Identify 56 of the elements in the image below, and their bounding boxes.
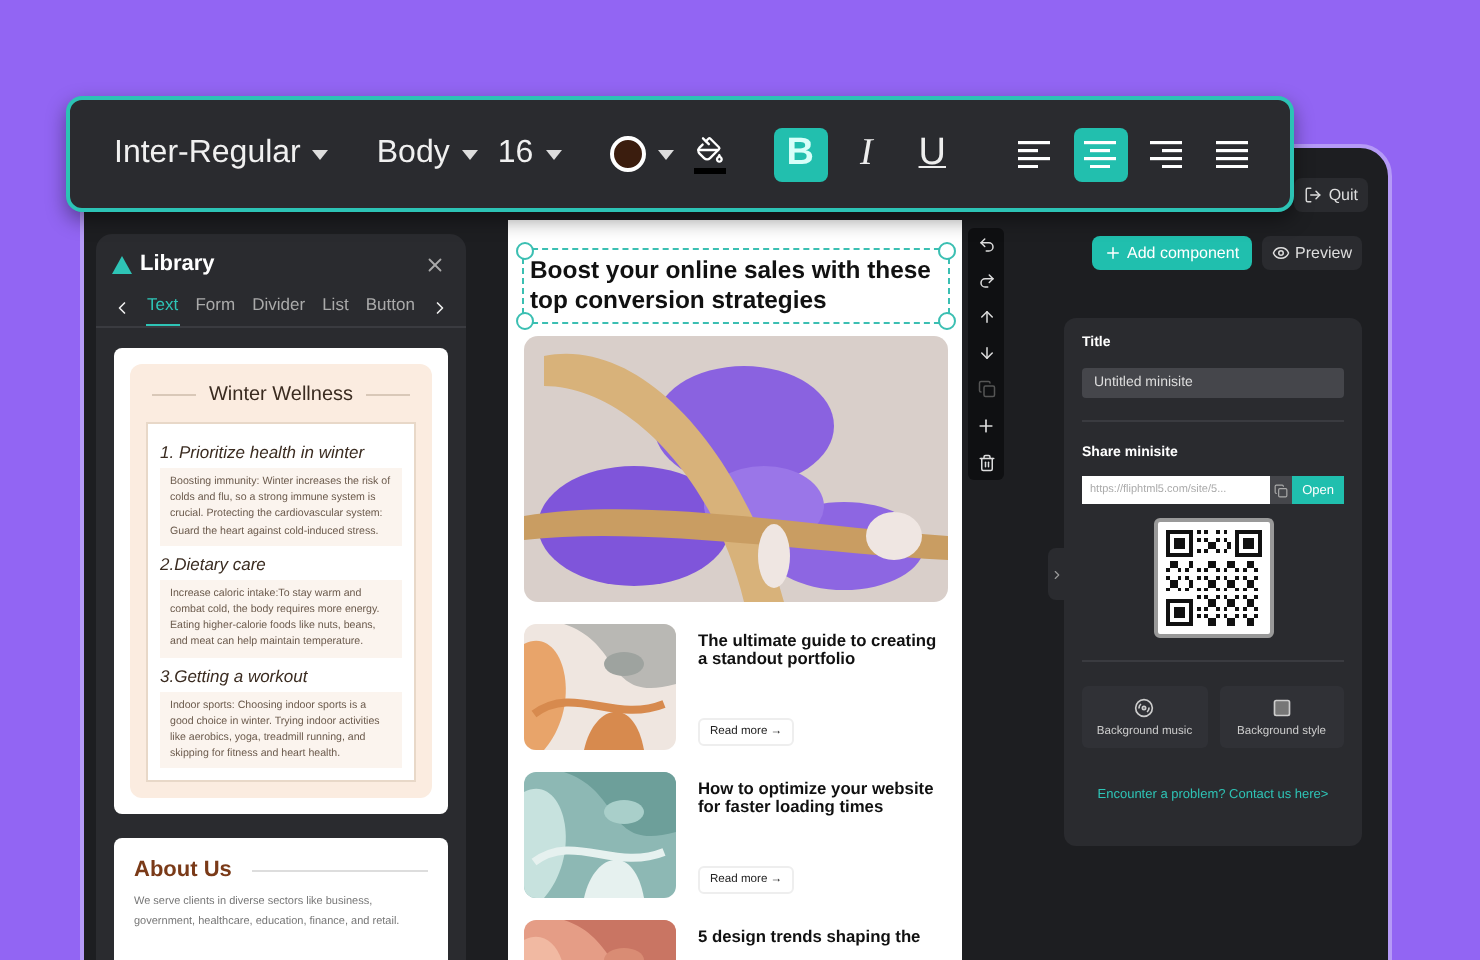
plus-icon[interactable] xyxy=(976,416,996,436)
copy-icon[interactable] xyxy=(977,380,995,398)
library-tab[interactable]: Button xyxy=(363,288,417,326)
font-dropdown[interactable]: Inter-Regular xyxy=(114,136,329,172)
arrow-down-icon[interactable] xyxy=(977,344,995,362)
undo-icon[interactable] xyxy=(977,236,995,254)
section-heading: 2.Dietary care xyxy=(160,553,268,574)
caret-icon xyxy=(461,149,478,159)
eye-icon xyxy=(1271,244,1290,262)
article-title: The ultimate guide to creating a standout portfolio xyxy=(698,631,939,670)
copy-icon[interactable] xyxy=(1270,476,1293,504)
align-left-icon xyxy=(1018,140,1051,168)
resize-handle[interactable] xyxy=(516,242,534,260)
style-dropdown[interactable]: Body xyxy=(376,136,478,172)
plus-icon xyxy=(1103,244,1121,262)
preview-button[interactable]: Preview xyxy=(1261,236,1362,270)
trash-icon[interactable] xyxy=(977,454,995,472)
quit-button[interactable]: Quit xyxy=(1294,178,1368,212)
collapse-handle[interactable] xyxy=(1048,548,1064,600)
caret-icon xyxy=(545,149,562,159)
arrow-up-icon[interactable] xyxy=(977,308,995,326)
align-center-icon xyxy=(1084,140,1117,168)
exit-icon xyxy=(1304,186,1323,204)
close-icon[interactable] xyxy=(424,253,446,275)
resize-handle[interactable] xyxy=(938,242,956,260)
caret-icon xyxy=(657,149,674,159)
square-icon xyxy=(1271,698,1292,718)
headline: Boost your online sales with these top conversion strategies xyxy=(530,256,933,317)
resize-handle[interactable] xyxy=(938,311,956,329)
redo-icon[interactable] xyxy=(977,272,995,290)
article-title: 5 design trends shaping the xyxy=(698,927,923,947)
paint-bucket-icon[interactable] xyxy=(695,135,724,163)
library-tab[interactable]: Divider xyxy=(250,288,308,326)
italic-button[interactable]: I xyxy=(839,127,894,181)
align-right-icon xyxy=(1150,140,1183,168)
selection-box[interactable]: Boost your online sales with these top conversion strategies xyxy=(522,248,950,323)
template-card[interactable] xyxy=(114,348,448,815)
align-justify-icon xyxy=(1216,140,1249,168)
article-title: How to optimize your website for faster loading times xyxy=(698,779,936,818)
library-title: Library xyxy=(112,252,215,276)
card-title: Winter Wellness xyxy=(208,384,354,406)
caret-icon xyxy=(312,149,329,159)
library-tab[interactable]: Text xyxy=(145,288,181,326)
text-color-swatch[interactable] xyxy=(609,136,646,172)
align-center-button[interactable] xyxy=(1073,127,1128,181)
library-tab[interactable]: List xyxy=(320,288,351,326)
triangle-logo-icon xyxy=(112,255,132,273)
underline-button[interactable]: U xyxy=(905,127,960,181)
disc-icon xyxy=(1134,698,1155,718)
card-title: About Us xyxy=(134,858,232,883)
section-heading: 3.Getting a workout xyxy=(160,665,310,686)
size-dropdown[interactable]: 16 xyxy=(497,136,562,172)
library-tab[interactable]: Form xyxy=(193,288,238,326)
section-heading: 1. Prioritize health in winter xyxy=(160,442,367,462)
resize-handle[interactable] xyxy=(516,311,534,329)
qr-code xyxy=(1165,530,1261,626)
